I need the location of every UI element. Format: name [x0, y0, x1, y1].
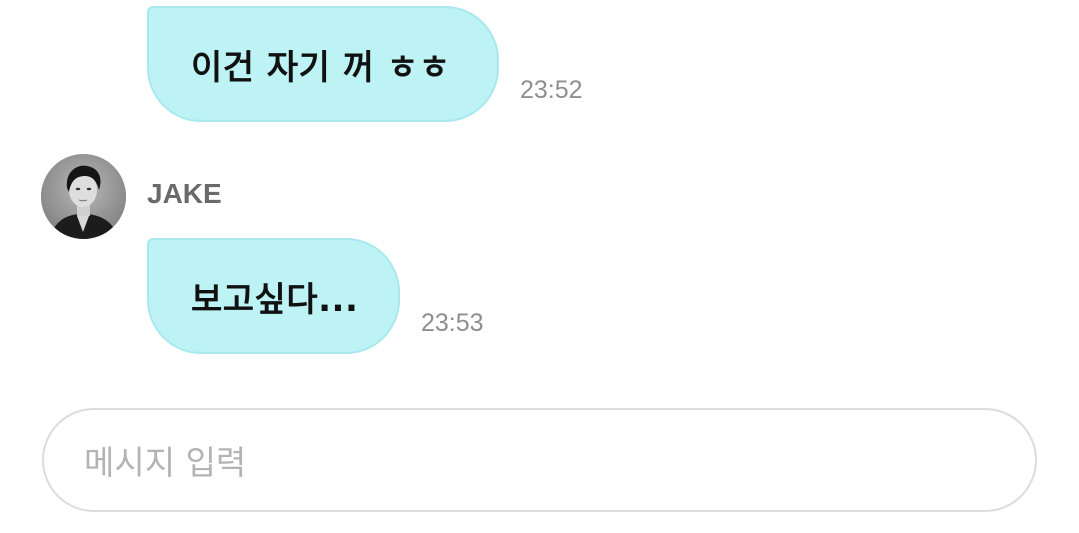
- message-timestamp: 23:52: [520, 76, 583, 104]
- message-text: 보고싶다...: [191, 279, 359, 320]
- sender-name: JAKE: [147, 178, 222, 209]
- avatar[interactable]: [41, 154, 126, 239]
- message-input[interactable]: 메시지 입력: [42, 408, 1037, 512]
- message-text: 이건 자기 꺼 ㅎㅎ: [191, 47, 451, 88]
- message-bubble[interactable]: 보고싶다...: [147, 238, 400, 354]
- profile-photo-icon: [41, 154, 126, 239]
- message-bubble[interactable]: 이건 자기 꺼 ㅎㅎ: [147, 6, 499, 122]
- message-input-placeholder: 메시지 입력: [84, 443, 247, 482]
- message-timestamp: 23:53: [421, 309, 484, 337]
